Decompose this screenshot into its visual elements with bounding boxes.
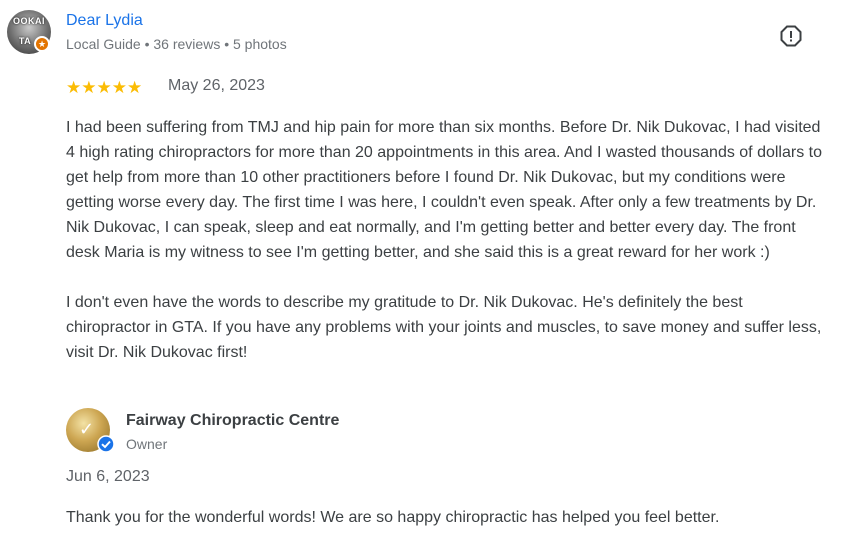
reply-text: Thank you for the wonderful words! We ar… bbox=[66, 509, 720, 526]
reviewer-name[interactable]: Dear Lydia bbox=[66, 12, 143, 30]
owner-role: Owner bbox=[126, 436, 168, 452]
verified-check-icon bbox=[97, 435, 115, 453]
review-body: I had been suffering from TMJ and hip pa… bbox=[66, 115, 826, 365]
review-paragraph: I had been suffering from TMJ and hip pa… bbox=[66, 119, 822, 261]
reviewer-meta: Local Guide • 36 reviews • 5 photos bbox=[66, 36, 287, 52]
review-date: May 26, 2023 bbox=[168, 77, 265, 94]
review-paragraph: I don't even have the words to describe … bbox=[66, 294, 822, 361]
checkmark-icon: ✓ bbox=[79, 419, 95, 439]
reply-date: Jun 6, 2023 bbox=[66, 468, 150, 485]
report-icon[interactable] bbox=[780, 25, 802, 47]
owner-name[interactable]: Fairway Chiropractic Centre bbox=[126, 412, 339, 430]
star-rating: ★★★★★ bbox=[66, 78, 143, 97]
local-guide-star-icon: ★ bbox=[34, 36, 50, 52]
avatar-text-top: OOKAI bbox=[12, 16, 45, 26]
